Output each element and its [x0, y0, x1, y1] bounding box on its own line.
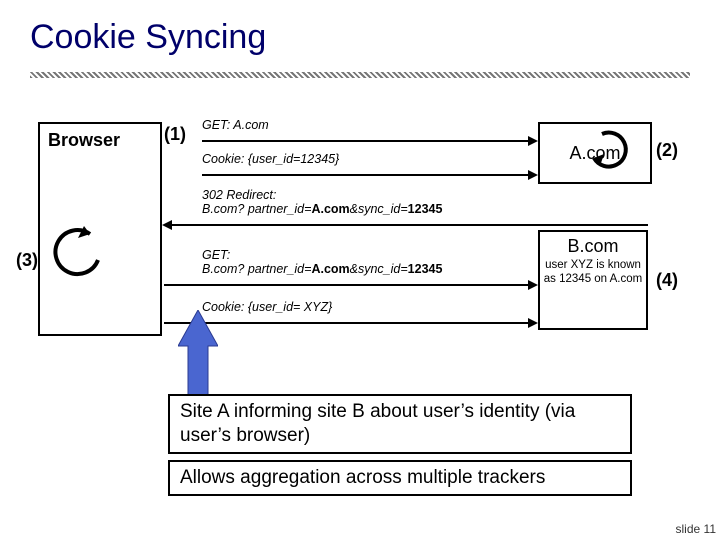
msg-302-redirect: 302 Redirect: B.com? partner_id=A.com&sy… [202, 188, 442, 216]
cookie-sync-diagram: Browser (1) GET: A.com Cookie: {user_id=… [38, 100, 698, 360]
msg-cookie-acom: Cookie: {user_id=12345} [202, 152, 339, 166]
callout-identity: Site A informing site B about user’s ide… [168, 394, 632, 454]
bcom-box: B.com user XYZ is known as 12345 on A.co… [538, 230, 648, 330]
divider [30, 72, 690, 78]
bcom-label: B.com [540, 236, 646, 257]
arrow-get-acom [202, 140, 536, 142]
msg-get-acom: GET: A.com [202, 118, 269, 132]
page-title: Cookie Syncing [30, 18, 266, 57]
browser-loop-icon [44, 220, 108, 284]
step-1-label: (1) [164, 124, 186, 145]
step-4-label: (4) [656, 270, 678, 291]
callout-aggregation: Allows aggregation across multiple track… [168, 460, 632, 496]
arrow-302-redirect [164, 224, 648, 226]
bcom-note: user XYZ is known as 12345 on A.com [540, 259, 646, 287]
msg-get-bcom: GET: B.com? partner_id=A.com&sync_id=123… [202, 248, 442, 276]
callout-arrow-icon [178, 310, 218, 400]
arrow-cookie-bcom [164, 322, 536, 324]
step-3-label: (3) [16, 250, 38, 271]
browser-label: Browser [48, 130, 120, 151]
arrow-get-bcom [164, 284, 536, 286]
acom-loop-icon [586, 124, 640, 178]
step-2-label: (2) [656, 140, 678, 161]
arrow-cookie-acom [202, 174, 536, 176]
msg-cookie-bcom: Cookie: {user_id= XYZ} [202, 300, 332, 314]
slide-number: slide 11 [676, 522, 716, 536]
